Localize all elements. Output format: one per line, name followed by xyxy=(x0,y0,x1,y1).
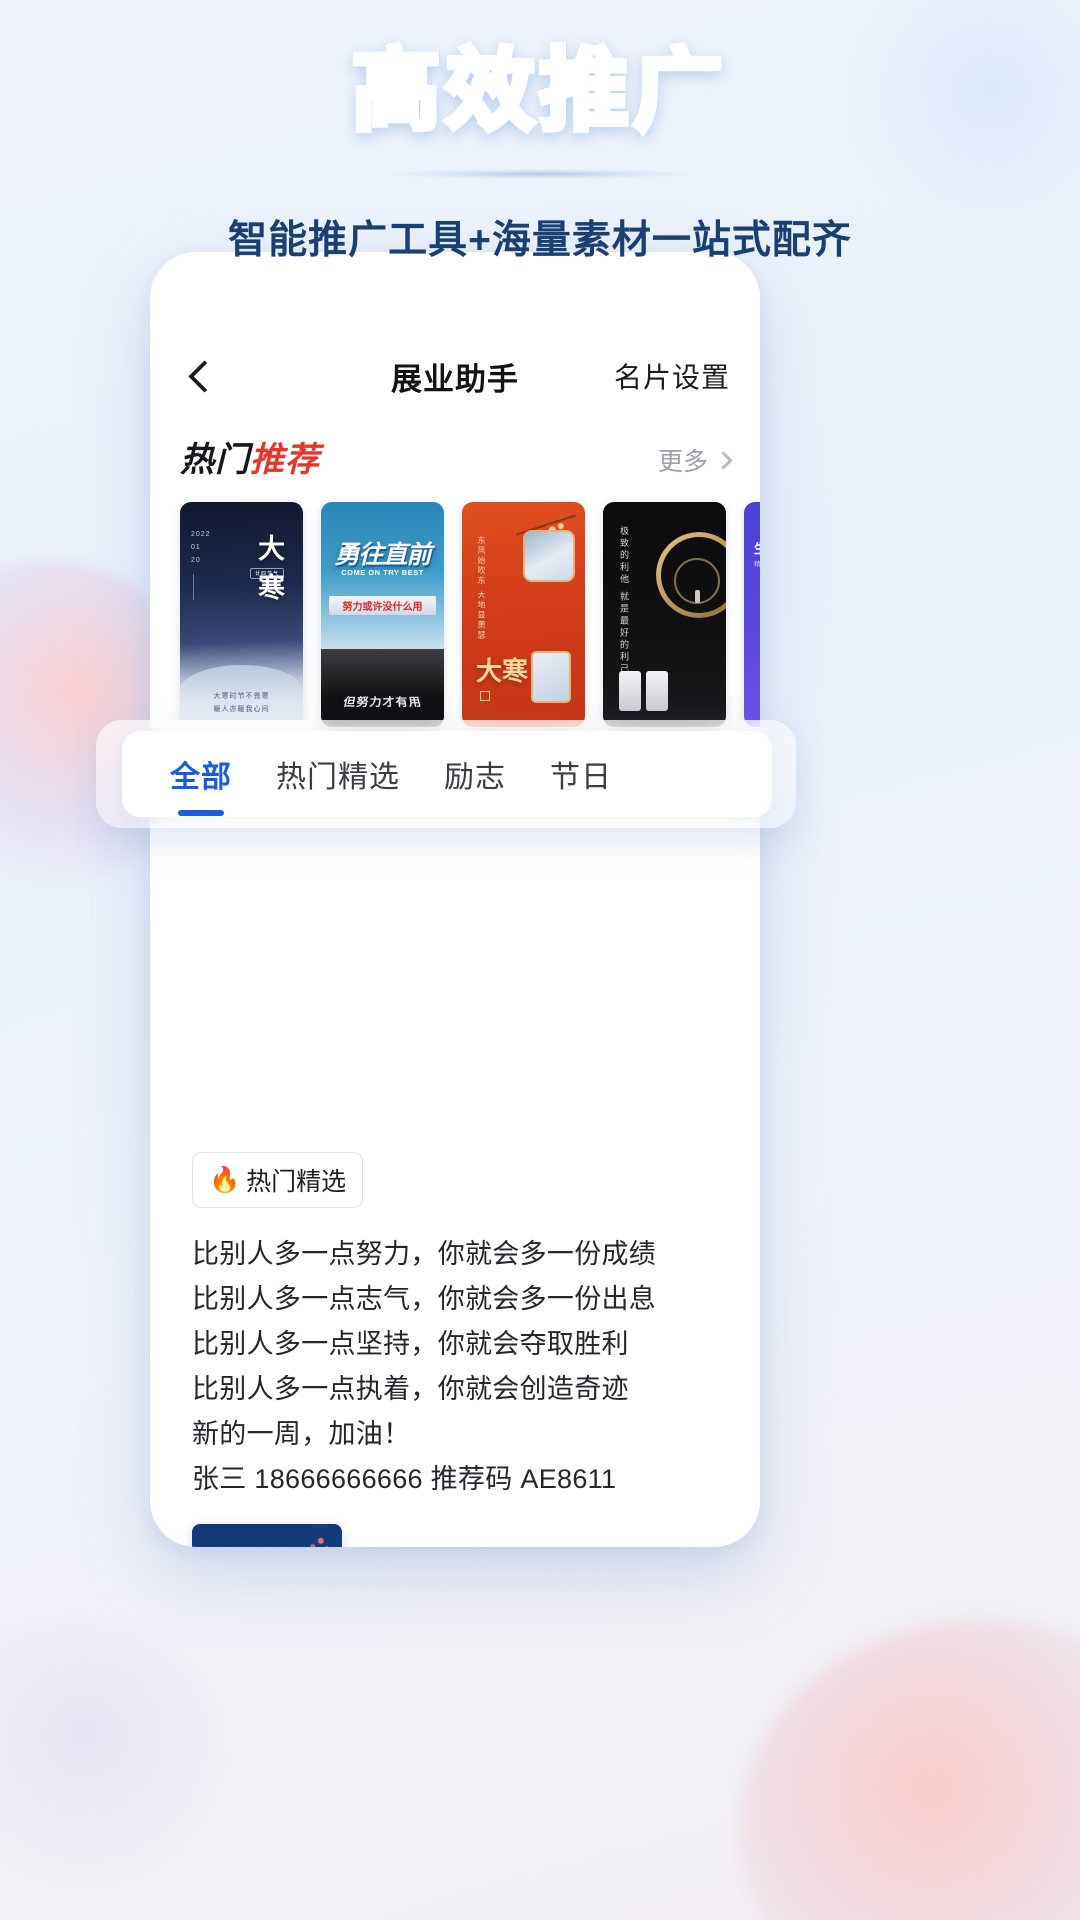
feed-poster-char-top: 腊 xyxy=(192,1546,342,1547)
feed-text-line: 比别人多一点执着，你就会创造奇迹 xyxy=(192,1374,629,1404)
feed-text-line: 新的一周，加油！ xyxy=(192,1419,411,1449)
fire-icon: 🔥 xyxy=(209,1165,241,1194)
category-tabbar[interactable]: 全部 热门精选 励志 节日 xyxy=(122,731,772,817)
poster-subtext: 精彩每一天 xyxy=(754,561,760,568)
poster-image-frame xyxy=(523,530,575,582)
background-blob-bottom-left xyxy=(0,1620,220,1880)
hot-recommend-title: 热门推荐 xyxy=(180,443,320,477)
title-divider xyxy=(390,169,690,179)
card-settings-button[interactable]: 名片设置 xyxy=(614,356,730,396)
plum-blossom-decor xyxy=(290,1530,334,1547)
poster-carousel[interactable]: 2022 01 20 大 寒 廿四节气 大寒时节不畏寒 暖人亦暖我心间 勇往直前… xyxy=(150,478,760,727)
feed-category-badge: 🔥 热门精选 xyxy=(192,1152,364,1208)
poster-road-text: 但努力才有用 xyxy=(341,695,424,709)
feed-text-line: 比别人多一点努力，你就会多一份成绩 xyxy=(192,1239,657,1269)
poster-vertical-text: 东风始吹东 大地显萧瑟 xyxy=(477,536,486,641)
poster-date: 2022 01 20 xyxy=(191,528,211,600)
poster-card-image xyxy=(531,651,571,703)
feed-text-block: 比别人多一点努力，你就会多一份成绩 比别人多一点志气，你就会多一份出息 比别人多… xyxy=(192,1232,718,1502)
poster-english: COME ON TRY BEST xyxy=(341,568,424,577)
poster-seal: 廿四节气 xyxy=(249,568,284,579)
poster-card[interactable]: 极致的利他 就是最好的利己 xyxy=(603,502,726,727)
poster-card[interactable]: 东风始吹东 大地显萧瑟 大寒 xyxy=(462,502,585,727)
feed-text-line: 比别人多一点志气，你就会多一份出息 xyxy=(192,1284,657,1314)
more-link[interactable]: 更多 xyxy=(657,442,733,478)
tab-holiday[interactable]: 节日 xyxy=(528,752,634,796)
feed-contact-line: 张三 18666666666 推荐码 AE8611 xyxy=(192,1464,617,1494)
tab-hot-picks[interactable]: 热门精选 xyxy=(254,752,422,796)
hot-title-dark: 热门 xyxy=(180,441,250,479)
hero-section: 高效推广 智能推广工具+海量素材一站式配齐 xyxy=(0,20,1080,265)
poster-date-day: 20 xyxy=(191,557,201,564)
feed-text-line: 比别人多一点坚持，你就会夺取胜利 xyxy=(192,1329,629,1359)
page-subtitle: 智能推广工具+海量素材一站式配齐 xyxy=(228,219,852,262)
poster-date-year: 2022 xyxy=(191,531,211,538)
poster-seal xyxy=(480,691,490,701)
person-silhouette-icon xyxy=(695,590,700,603)
poster-card[interactable]: 勇往直前 COME ON TRY BEST 努力或许没什么用 但努力才有用 xyxy=(321,502,444,727)
poster-road xyxy=(321,649,444,727)
pos-devices-decor xyxy=(619,671,668,711)
chevron-right-icon xyxy=(714,451,733,470)
hot-title-red: 推荐 xyxy=(250,441,320,479)
more-label: 更多 xyxy=(657,448,708,476)
tab-inspirational[interactable]: 励志 xyxy=(422,752,528,796)
poster-card[interactable]: 2022 01 20 大 寒 廿四节气 大寒时节不畏寒 暖人亦暖我心间 xyxy=(180,502,303,727)
poster-headline-top: 大 xyxy=(258,534,287,564)
poster-footer-line1: 大寒时节不畏寒 xyxy=(213,693,270,700)
feed-poster-image[interactable]: 腊 2022 / 1 / 20 八 2022 愿你诸事“粥”全好运常伴 xyxy=(192,1524,342,1547)
poster-vertical-text: 极致的利他 就是最好的利己 xyxy=(619,526,629,676)
feed-badge-label: 热门精选 xyxy=(246,1168,347,1196)
phone-screen: 展业助手 名片设置 热门推荐 更多 2022 01 20 大 寒 廿四节气 大寒… xyxy=(150,252,760,1547)
poster-headline: 勇往直前 xyxy=(334,541,431,569)
hot-recommend-header: 热门推荐 更多 xyxy=(150,414,760,478)
background-blob-bottom-right xyxy=(740,1620,1080,1920)
tab-all[interactable]: 全部 xyxy=(148,752,254,796)
page-title: 高效推广 xyxy=(348,20,728,147)
poster-ribbon: 努力或许没什么用 xyxy=(329,596,436,615)
poster-date-month: 01 xyxy=(191,544,201,551)
poster-card[interactable]: 生活 精彩每一天 xyxy=(744,502,760,727)
app-navbar: 展业助手 名片设置 xyxy=(150,338,760,414)
feed-section: 🔥 热门精选 比别人多一点努力，你就会多一份成绩 比别人多一点志气，你就会多一份… xyxy=(150,1152,760,1547)
chevron-left-icon[interactable] xyxy=(180,356,220,396)
poster-footer-line2: 暖人亦暖我心间 xyxy=(213,706,270,713)
poster-headline: 大寒 xyxy=(476,655,529,686)
poster-headline: 生活 xyxy=(754,538,760,557)
phone-mockup: 展业助手 名片设置 热门推荐 更多 2022 01 20 大 寒 廿四节气 大寒… xyxy=(150,252,760,1547)
